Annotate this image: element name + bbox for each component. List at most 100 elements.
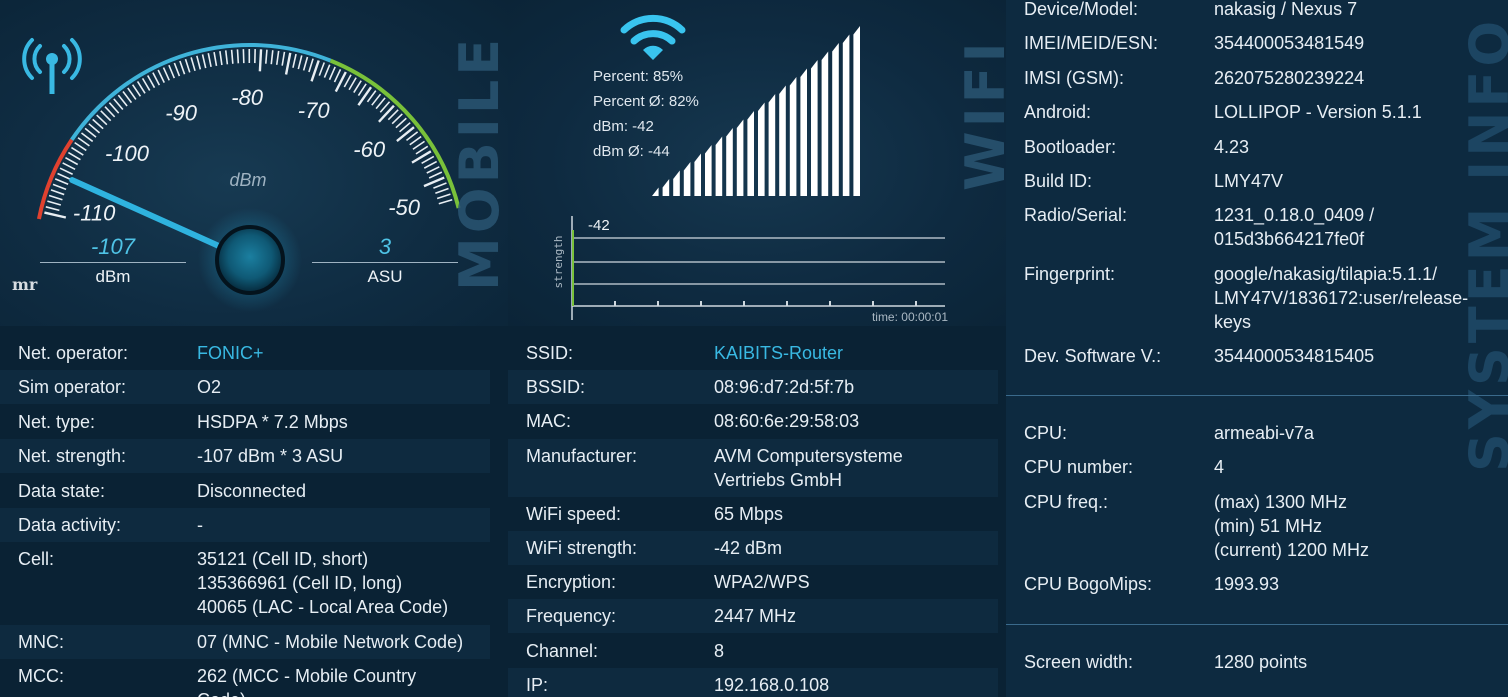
wifi-info-value-line: 08:60:6e:29:58:03 <box>714 411 860 432</box>
device-info-row: IMEI/MEID/ESN: 354400053481549 <box>1024 31 1494 55</box>
mobile-info-value: O2 <box>197 375 221 399</box>
signal-bar <box>811 60 818 196</box>
signal-bar <box>683 162 691 196</box>
wifi-info-row: Encryption: WPA2/WPS <box>526 570 996 594</box>
mobile-info-value: HSDPA * 7.2 Mbps <box>197 410 348 434</box>
mobile-info-label: MCC: <box>18 666 64 687</box>
graph-y-label: strength <box>552 236 565 289</box>
cpu-info-label: CPU number: <box>1024 457 1134 478</box>
wifi-info-label: WiFi speed: <box>526 503 622 524</box>
gauge-tick-label: -60 <box>353 137 386 162</box>
dbm-value: -107 <box>90 234 136 259</box>
mobile-info-value: 07 (MNC - Mobile Network Code) <box>197 630 463 654</box>
mobile-gauge-panel: -110 -100 -90 -80 -70 -60 -50 dBm -107 dBm 3 A… <box>0 0 508 326</box>
signal-bar <box>779 85 786 196</box>
signal-bar <box>652 187 659 196</box>
mobile-info-label: MNC: <box>18 631 64 652</box>
watermark-logo: mr <box>12 275 38 294</box>
mobile-info-value-line: - <box>197 515 203 535</box>
device-info-value-line: 262075280239224 <box>1214 67 1365 88</box>
device-info-value: LMY47V <box>1214 169 1283 193</box>
strength-graph: strength -42 time: 00:00:01 <box>552 216 948 324</box>
wifi-info-label: IP: <box>526 674 549 695</box>
wifi-info-value: 8 <box>714 639 724 663</box>
wifi-info-value: -42 dBm <box>714 536 782 560</box>
device-info-value: nakasig / Nexus 7 <box>1214 0 1357 21</box>
graph-time-label: time: 00:00:01 <box>872 310 948 324</box>
wifi-info-row: SSID: KAIBITS-Router <box>526 341 996 365</box>
wifi-info-label: MAC: <box>526 411 571 432</box>
wifi-info-row: MAC: 08:60:6e:29:58:03 <box>526 409 996 433</box>
device-info-value: 4.23 <box>1214 135 1249 159</box>
mobile-info-value: -107 dBm * 3 ASU <box>197 444 343 468</box>
wifi-info-value: 192.168.0.108 <box>714 673 829 697</box>
device-info-row: Fingerprint: google/nakasig/tilapia:5.1.1… <box>1024 262 1494 334</box>
mobile-info-label: Cell: <box>18 549 55 570</box>
device-info-value-line: 354400053481549 <box>1214 33 1365 54</box>
wifi-info-value-line: 192.168.0.108 <box>714 674 830 695</box>
mobile-info-label: Data state: <box>18 480 106 501</box>
screen-info-value-line: 1280 points <box>1214 652 1308 672</box>
device-info-value-line: LMY47V/1836172:user/release- <box>1214 287 1469 308</box>
device-info-value-line: google/nakasig/tilapia:5.1.1/ <box>1214 263 1438 284</box>
mobile-info-value: 35121 (Cell ID, short) 135366961 (Cell ID… <box>197 547 448 619</box>
mobile-info-value-line: FONIC+ <box>197 343 264 363</box>
signal-bar <box>747 111 754 196</box>
device-info-value: 1231_0.18.0_0409 / 015d3b664217fe0f <box>1214 203 1374 251</box>
device-info-label: Fingerprint: <box>1024 263 1116 284</box>
wifi-info-table: SSID: KAIBITS-Router BSSID: 08:96:d7:2d:5f:… <box>508 326 1006 697</box>
mobile-info-value: - <box>197 513 203 537</box>
wifi-info-row: Frequency: 2447 MHz <box>526 604 996 628</box>
device-info-value-line: LOLLIPOP - Version 5.1.1 <box>1214 102 1422 123</box>
mobile-info-value-line: 35121 (Cell ID, short) <box>197 549 369 570</box>
mobile-section-title: MOBILE <box>448 34 508 291</box>
signal-bar <box>832 43 839 196</box>
wifi-signal-panel: Percent: 85% Percent Ø: 82% dBm: -42 dBm… <box>508 0 1006 326</box>
cpu-info-row: CPU: armeabi-v7a <box>1024 421 1494 445</box>
mobile-info-row: MCC: 262 (MCC - Mobile CountryCode) <box>18 664 488 697</box>
gauge-tick-label: -50 <box>388 195 421 220</box>
mobile-info-value-line: 40065 (LAC - Local Area Code) <box>197 597 449 618</box>
mobile-info-table: Net. operator: FONIC+ Sim operator: O2 Net. … <box>0 326 508 697</box>
cpu-info-value-line: armeabi-v7a <box>1214 423 1315 443</box>
wifi-info-value-line: -42 dBm <box>714 538 783 558</box>
wifi-info-value: 08:96:d7:2d:5f:7b <box>714 375 854 399</box>
wifi-section-title: WIFI <box>954 38 1006 191</box>
wifi-info-row: Manufacturer: AVM Computersysteme Vertrieb… <box>526 444 996 492</box>
gauge-tick-label: -100 <box>105 141 150 166</box>
wifi-info-value-line: 8 <box>714 640 725 661</box>
wifi-info-value-line: AVM Computersysteme <box>714 445 903 466</box>
mobile-info-value-line: O2 <box>197 377 222 398</box>
wifi-info-row: IP: 192.168.0.108 <box>526 673 996 697</box>
dbm-reading: -107 dBm <box>40 234 186 287</box>
mobile-info-value[interactable]: FONIC+ <box>197 341 264 365</box>
cpu-info-value: armeabi-v7a <box>1214 421 1314 445</box>
asu-unit-label: ASU <box>367 267 403 286</box>
device-info-value-line: 015d3b664217fe0f <box>1214 229 1365 250</box>
mobile-info-label: Net. strength: <box>18 446 127 467</box>
device-info-row: Dev. Software V.: 3544000534815405 <box>1024 344 1494 368</box>
wifi-info-value: 08:60:6e:29:58:03 <box>714 409 859 433</box>
mobile-info-row: Net. type: HSDPA * 7.2 Mbps <box>18 410 488 434</box>
wifi-info-label: Frequency: <box>526 606 617 627</box>
device-info-label: Build ID: <box>1024 171 1093 191</box>
device-info-row: Android: LOLLIPOP - Version 5.1.1 <box>1024 100 1494 124</box>
wifi-info-value-line: WPA2/WPS <box>714 572 810 593</box>
cpu-info-label: CPU BogoMips: <box>1024 574 1153 595</box>
wifi-info-value[interactable]: KAIBITS-Router <box>714 341 843 365</box>
signal-bar <box>726 128 733 196</box>
graph-current-value: -42 <box>588 217 610 234</box>
wifi-info-row: BSSID: 08:96:d7:2d:5f:7b <box>526 375 996 399</box>
device-info-value: google/nakasig/tilapia:5.1.1/LMY47V/1836… <box>1214 262 1468 334</box>
wifi-info-value-line: Vertriebs GmbH <box>714 469 843 490</box>
mobile-info-value-line: -107 dBm * 3 ASU <box>197 446 344 467</box>
gauge-tick-label: -110 <box>73 200 116 225</box>
asu-reading: 3 ASU <box>312 234 458 287</box>
wifi-info-label: WiFi strength: <box>526 538 638 558</box>
wifi-info-row: Channel: 8 <box>526 639 996 663</box>
asu-value: 3 <box>378 234 392 259</box>
device-info-label: Android: <box>1024 102 1092 123</box>
mobile-info-label: Net. type: <box>18 411 96 432</box>
device-info-label: Radio/Serial: <box>1024 205 1128 226</box>
screen-info-value: 1280 points <box>1214 650 1307 674</box>
